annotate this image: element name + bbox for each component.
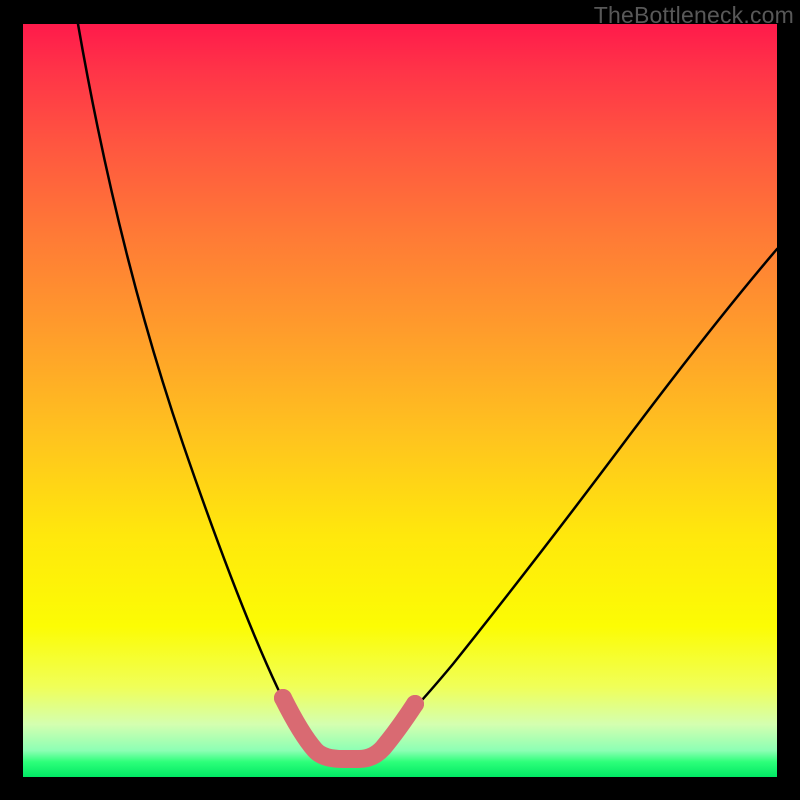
watermark-text: TheBottleneck.com bbox=[594, 2, 794, 29]
pink-dot-right bbox=[406, 695, 424, 713]
left-curve bbox=[78, 24, 313, 745]
curves-svg bbox=[23, 24, 777, 777]
pink-dot-left bbox=[274, 689, 292, 707]
right-curve bbox=[377, 249, 777, 745]
plot-frame bbox=[23, 24, 777, 777]
pink-u-overlay bbox=[283, 698, 415, 759]
